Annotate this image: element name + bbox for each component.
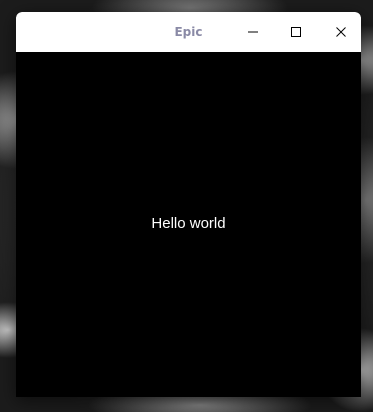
minimize-icon — [247, 26, 259, 38]
app-window: Epic Hello world — [16, 12, 361, 397]
minimize-button[interactable] — [238, 18, 268, 46]
window-content: Hello world — [16, 52, 361, 397]
hello-text: Hello world — [151, 215, 226, 232]
maximize-button[interactable] — [281, 18, 311, 46]
close-button[interactable] — [326, 18, 356, 46]
close-icon — [335, 26, 347, 38]
maximize-icon — [290, 26, 302, 38]
title-bar[interactable]: Epic — [16, 12, 361, 52]
